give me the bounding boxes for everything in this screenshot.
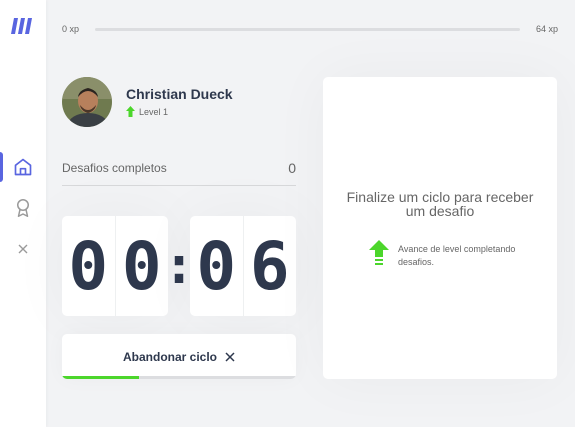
profile: Christian Dueck Level 1: [62, 77, 302, 129]
close-icon: [225, 351, 235, 362]
seconds-box: 0 6: [190, 216, 296, 316]
experience-bar: 0 xp 64 xp: [62, 20, 558, 38]
challenge-hint: Avance de level completando desafios.: [369, 240, 549, 270]
abandon-cycle-button[interactable]: Abandonar ciclo: [62, 334, 296, 379]
avatar: [62, 77, 112, 127]
level-up-icon: [126, 106, 135, 117]
home-icon: [14, 158, 32, 176]
nav-award[interactable]: [0, 193, 46, 223]
completed-challenges: Desafios completos 0: [62, 158, 296, 186]
nav-home[interactable]: [0, 152, 46, 182]
second-digit-left: 0: [190, 216, 244, 316]
minute-digit-right: 0: [121, 227, 162, 305]
completed-challenges-label: Desafios completos: [62, 161, 167, 175]
level-label: Level 1: [139, 106, 169, 117]
profile-name: Christian Dueck: [126, 86, 233, 102]
level-up-icon: [369, 240, 389, 265]
award-icon: [17, 199, 29, 217]
sidebar: [0, 0, 46, 427]
challenge-title: Finalize um ciclo para receber um desafi…: [346, 189, 534, 219]
xp-track: [95, 28, 520, 31]
countdown-separator: :: [163, 236, 195, 296]
nav-close[interactable]: [0, 234, 46, 264]
xp-min-label: 0 xp: [62, 24, 80, 34]
close-icon: [18, 244, 28, 254]
countdown: 0 0 : 0 6: [62, 216, 296, 316]
challenge-box: Finalize um ciclo para receber um desafi…: [323, 77, 557, 379]
cycle-progress-fill: [62, 376, 140, 379]
challenge-hint-text: Avance de level completando desafios.: [398, 244, 516, 267]
logo-icon[interactable]: [11, 16, 35, 36]
second-digit-right: 6: [249, 227, 290, 305]
xp-max-label: 64 xp: [535, 24, 558, 34]
abandon-cycle-label: Abandonar ciclo: [122, 349, 217, 364]
profile-level: Level 1: [126, 106, 168, 117]
completed-challenges-count: 0: [288, 160, 296, 176]
minute-digit-left: 0: [62, 216, 116, 316]
minutes-box: 0 0: [62, 216, 168, 316]
